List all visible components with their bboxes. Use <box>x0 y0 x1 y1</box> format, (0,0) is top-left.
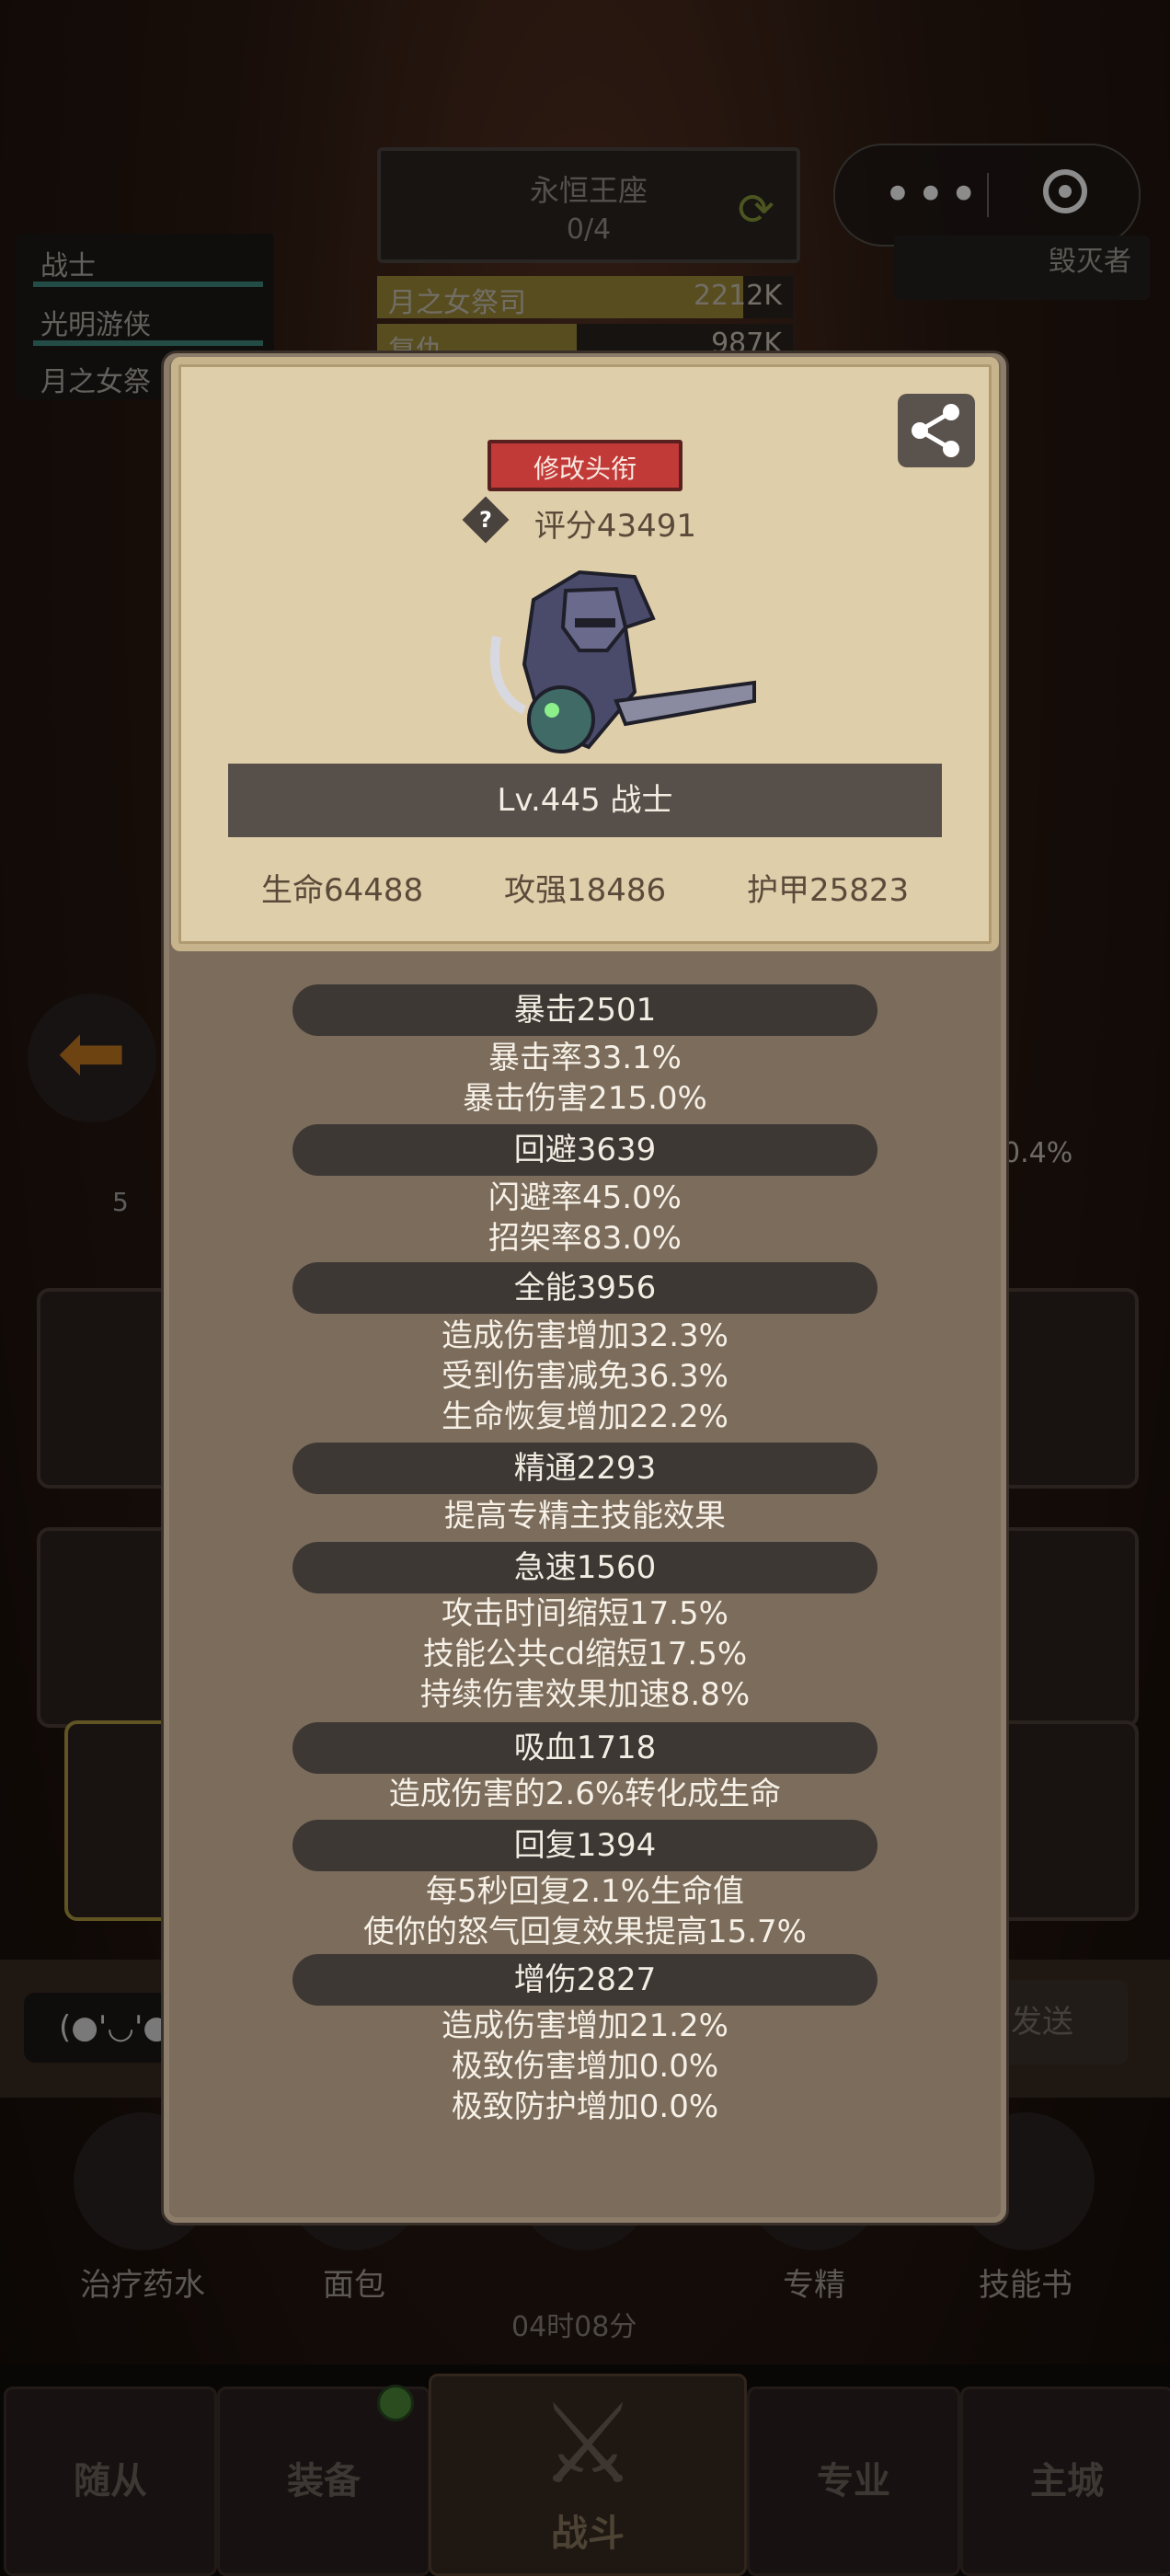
stat-line: 每5秒回复2.1%生命值 <box>425 1873 744 1910</box>
stat-line: 造成伤害的2.6%转化成生命 <box>388 1776 782 1812</box>
stat-line: 极致防护增加0.0% <box>451 2088 719 2125</box>
stat-line: 招架率83.0% <box>488 1220 682 1257</box>
stat-line: 造成伤害增加21.2% <box>441 2007 728 2044</box>
stat-line: 技能公共cd缩短17.5% <box>422 1636 748 1673</box>
stat-health: 生命64488 <box>261 872 424 909</box>
stat-line: 闪避率45.0% <box>488 1179 682 1216</box>
stat-line: 暴击伤害215.0% <box>463 1080 707 1117</box>
level-class-bar: Lv.445 战士 <box>228 764 942 837</box>
stat-header-haste: 急速1560 <box>292 1542 878 1593</box>
stat-attack-power: 攻强18486 <box>504 872 667 909</box>
stat-line: 攻击时间缩短17.5% <box>441 1595 728 1632</box>
stat-header-lifesteal: 吸血1718 <box>292 1722 878 1774</box>
stat-line: 持续伤害效果加速8.8% <box>419 1676 751 1713</box>
score-value: 评分43491 <box>533 508 696 545</box>
stat-line: 生命恢复增加22.2% <box>441 1398 728 1435</box>
share-button[interactable] <box>898 394 975 467</box>
stat-header-crit: 暴击2501 <box>292 984 878 1036</box>
stat-header-recovery: 回复1394 <box>292 1820 878 1871</box>
stat-line: 极致伤害增加0.0% <box>451 2048 719 2085</box>
stat-armor: 护甲25823 <box>747 872 910 909</box>
warrior-avatar <box>490 569 756 753</box>
stat-line: 受到伤害减免36.3% <box>441 1358 728 1395</box>
stat-header-damage-boost: 增伤2827 <box>292 1954 878 2006</box>
stat-header-versatility: 全能3956 <box>292 1262 878 1314</box>
help-icon[interactable]: ? <box>462 496 510 543</box>
stat-line: 造成伤害增加32.3% <box>441 1317 728 1354</box>
stat-header-mastery: 精通2293 <box>292 1443 878 1494</box>
share-icon <box>912 404 959 457</box>
stat-line: 暴击率33.1% <box>488 1040 682 1076</box>
base-stats: 生命64488 攻强18486 护甲25823 <box>226 865 944 911</box>
stat-header-avoidance: 回避3639 <box>292 1124 878 1176</box>
edit-title-button[interactable]: 修改头衔 <box>488 440 682 491</box>
score-row: ? 评分43491 <box>462 496 696 546</box>
stat-line: 使你的怒气回复效果提高15.7% <box>362 1914 807 1950</box>
stat-line: 提高专精主技能效果 <box>444 1498 726 1535</box>
